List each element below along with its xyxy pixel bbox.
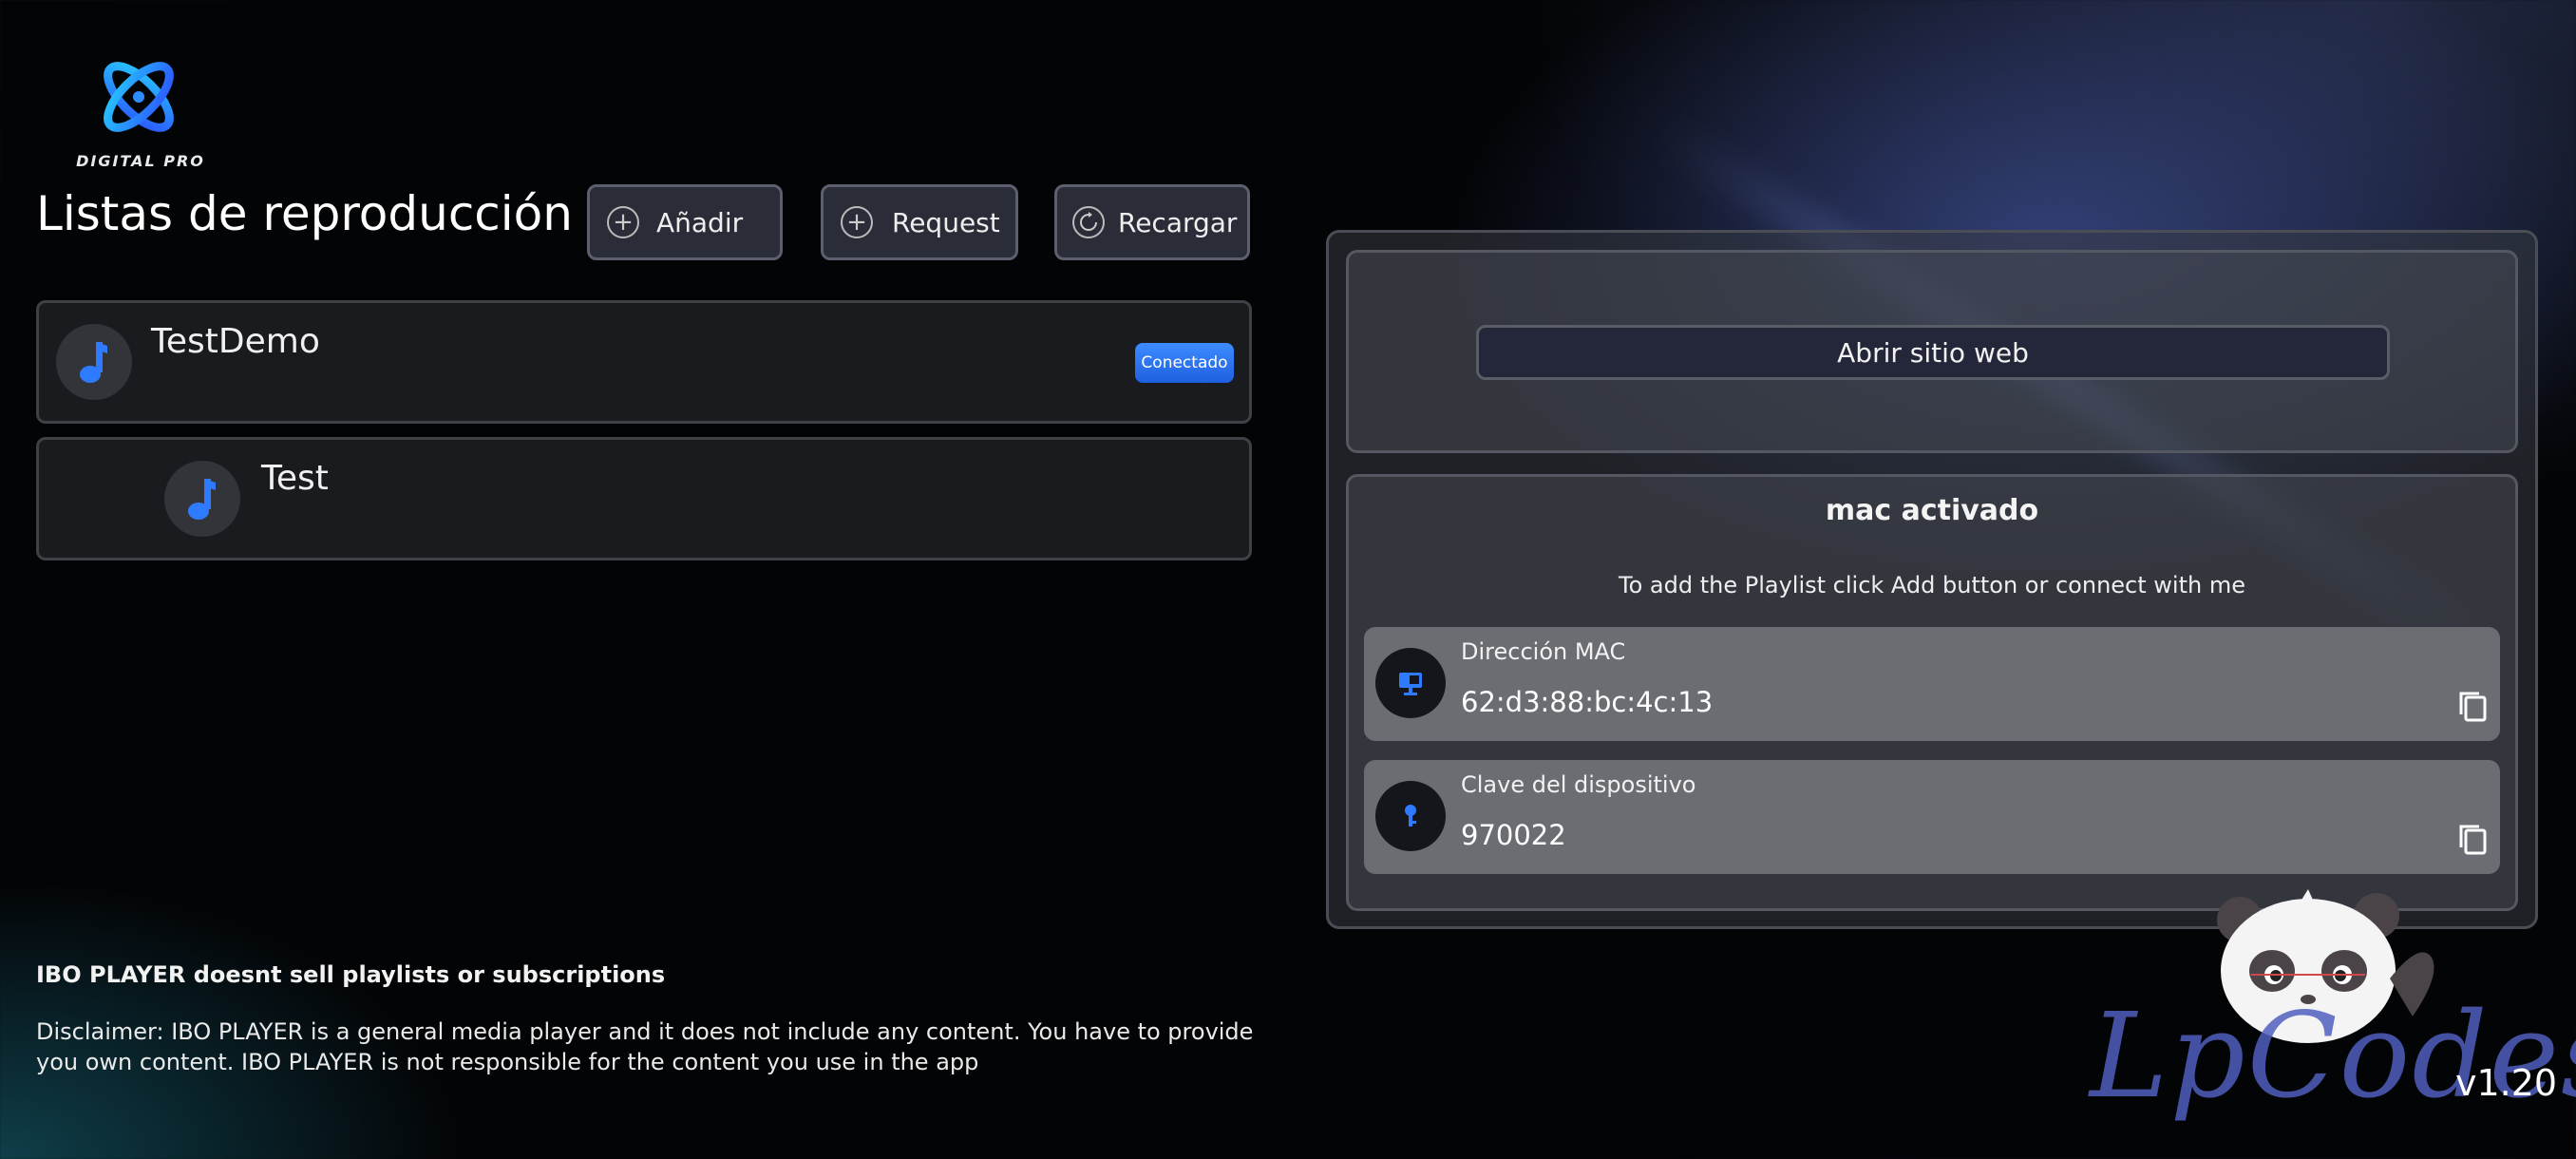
- atom-logo-icon: [104, 62, 174, 132]
- reload-icon: [1072, 206, 1105, 238]
- key-icon: [1375, 781, 1446, 851]
- monitor-icon: [1375, 648, 1446, 718]
- playlist-item-testdemo[interactable]: TestDemo Conectado: [36, 300, 1252, 424]
- plus-icon: +: [841, 206, 873, 238]
- music-note-icon: [164, 461, 240, 537]
- plus-icon: +: [607, 206, 639, 238]
- request-button-label: Request: [892, 206, 1000, 238]
- add-button-label: Añadir: [656, 206, 744, 238]
- reload-button[interactable]: Recargar: [1054, 184, 1250, 260]
- activation-card: mac activado To add the Playlist click A…: [1346, 474, 2518, 911]
- device-key-row: Clave del dispositivo 970022: [1364, 760, 2500, 874]
- activation-status-title: mac activado: [1825, 494, 2039, 527]
- playlist-item-test[interactable]: Test: [36, 437, 1252, 560]
- device-key-label: Clave del dispositivo: [1461, 771, 1696, 798]
- version-label: v1.20: [2455, 1062, 2558, 1104]
- status-badge: Conectado: [1135, 343, 1234, 383]
- device-key-value: 970022: [1461, 819, 1566, 851]
- request-button[interactable]: + Request: [821, 184, 1018, 260]
- open-website-button[interactable]: Abrir sitio web: [1476, 325, 2390, 380]
- logo-text: DIGITAL PRO: [76, 152, 205, 170]
- music-note-icon: [56, 324, 132, 400]
- playlist-name: TestDemo: [151, 322, 320, 361]
- mac-address-label: Dirección MAC: [1461, 638, 1626, 665]
- app-logo: DIGITAL PRO: [74, 49, 203, 173]
- reload-button-label: Recargar: [1118, 206, 1238, 238]
- copy-icon[interactable]: [2456, 823, 2489, 861]
- mac-address-value: 62:d3:88:bc:4c:13: [1461, 686, 1714, 718]
- website-card: Abrir sitio web: [1346, 250, 2518, 453]
- copy-icon[interactable]: [2456, 690, 2489, 728]
- watermark-text: LpCodes: [2090, 988, 2576, 1125]
- disclaimer-text: Disclaimer: IBO PLAYER is a general medi…: [36, 1018, 1254, 1075]
- playlist-name: Test: [261, 459, 329, 498]
- mac-address-row: Dirección MAC 62:d3:88:bc:4c:13: [1364, 627, 2500, 741]
- add-button[interactable]: + Añadir: [587, 184, 783, 260]
- page-title: Listas de reproducción: [36, 186, 573, 241]
- footer-title: IBO PLAYER doesnt sell playlists or subs…: [36, 961, 666, 988]
- device-info-panel: Abrir sitio web mac activado To add the …: [1326, 230, 2538, 929]
- activation-hint: To add the Playlist click Add button or …: [1619, 572, 2245, 598]
